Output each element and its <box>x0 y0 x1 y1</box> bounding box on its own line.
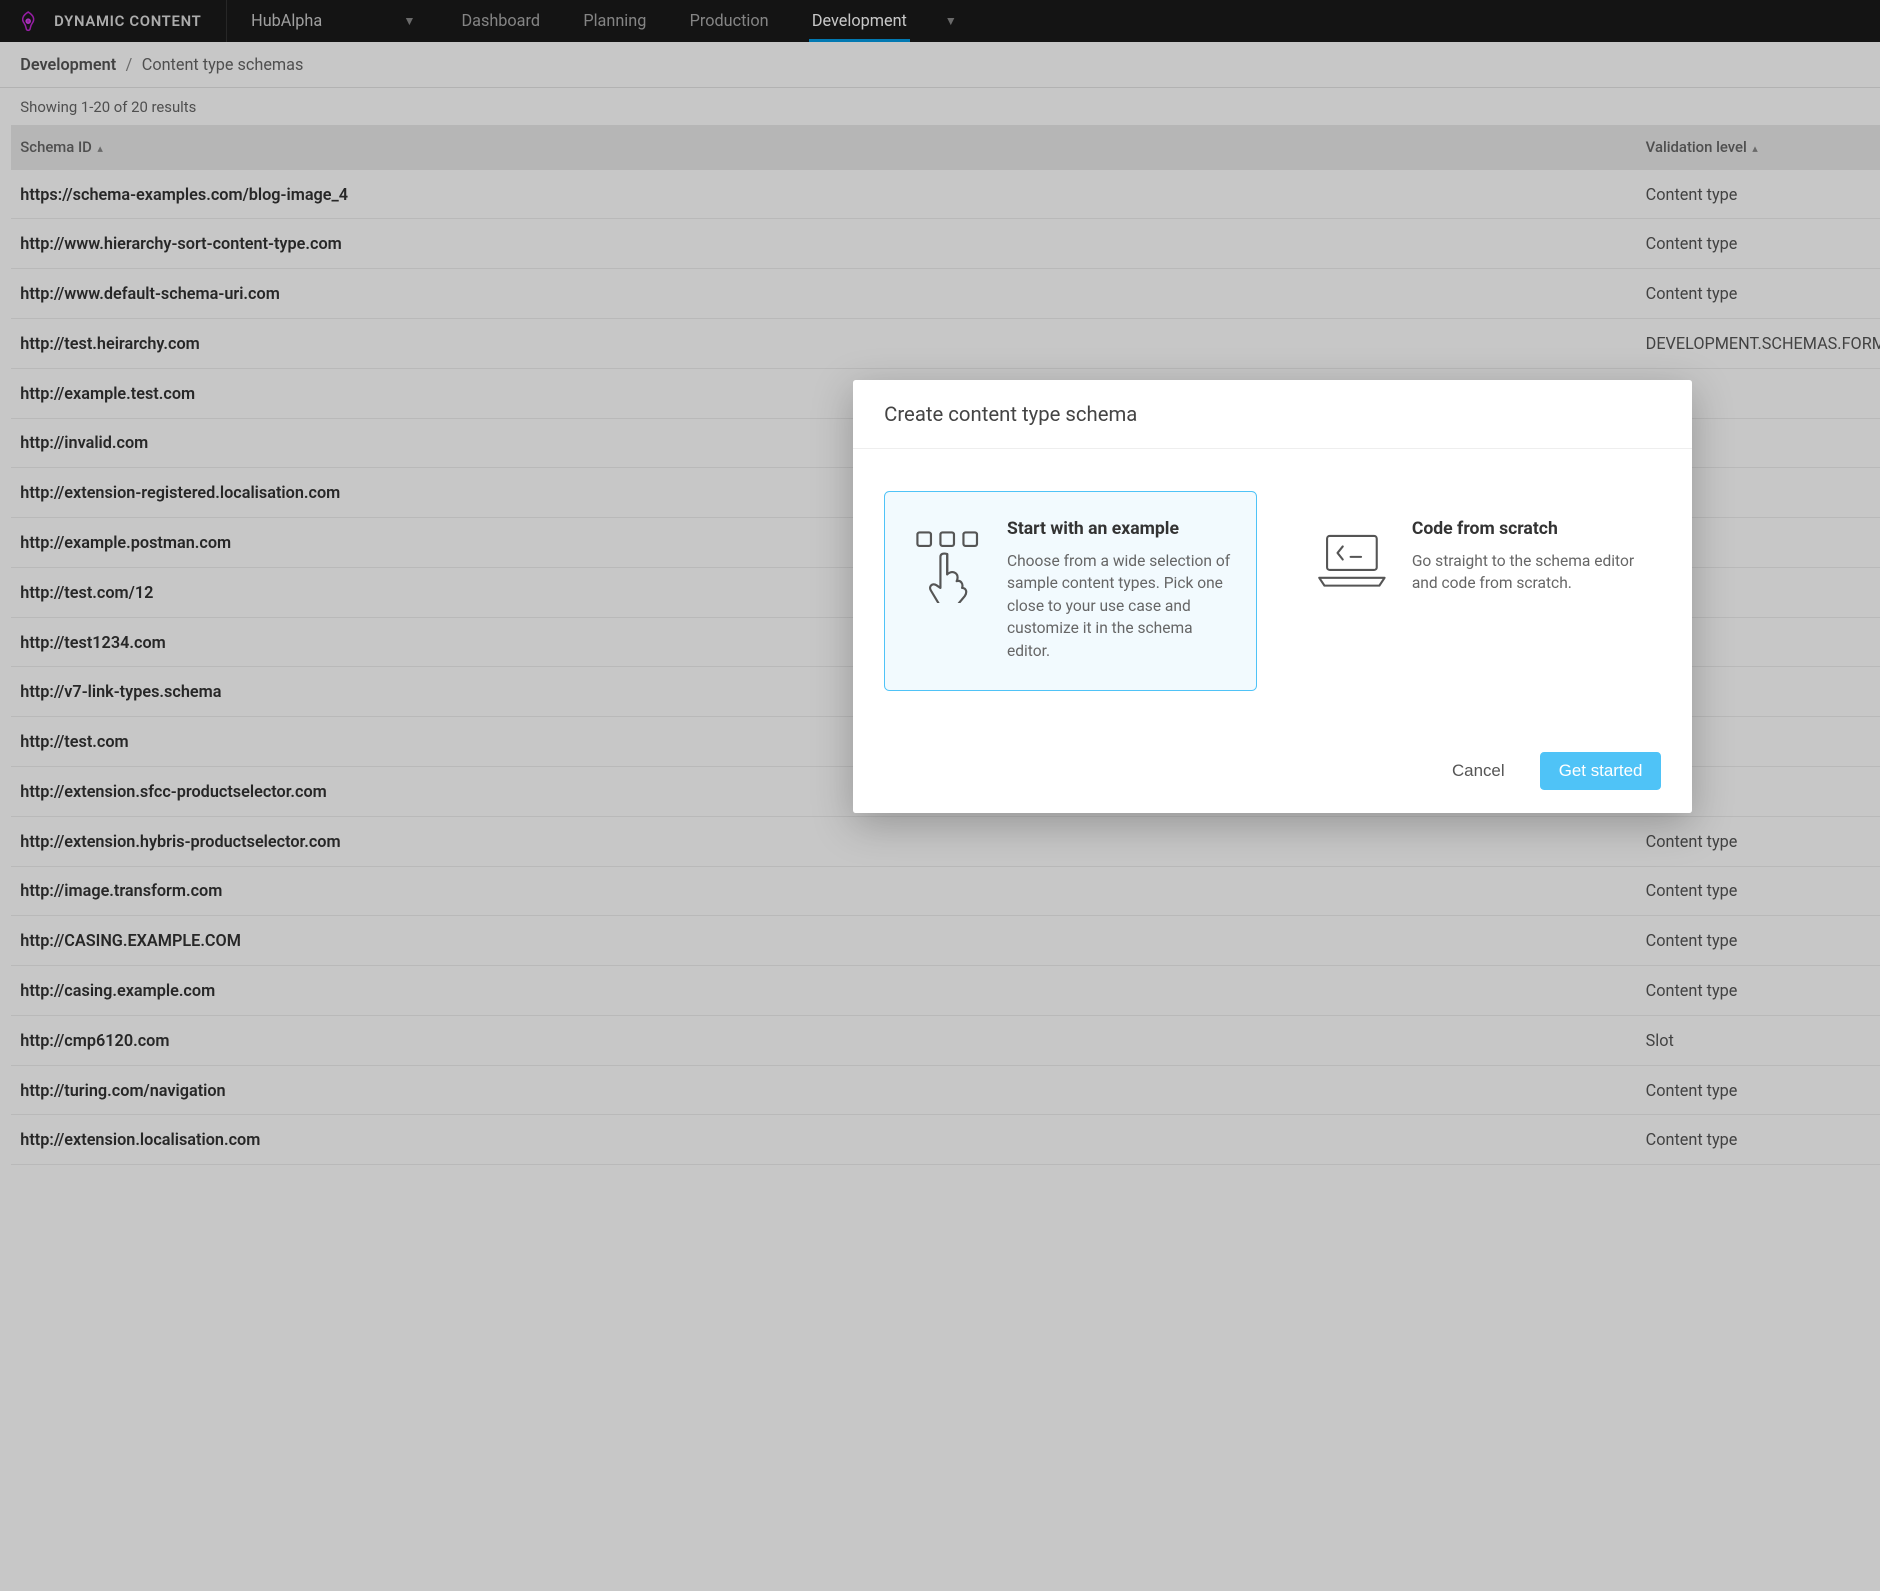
modal-footer: Cancel Get started <box>853 735 1692 813</box>
cancel-button[interactable]: Cancel <box>1438 753 1518 789</box>
hand-select-icon <box>910 519 986 663</box>
option-start-example[interactable]: Start with an example Choose from a wide… <box>884 491 1256 691</box>
option-content: Code from scratch Go straight to the sch… <box>1412 519 1639 663</box>
modal-overlay[interactable]: Create content type schema Start with an… <box>0 0 1880 1591</box>
option-title: Code from scratch <box>1412 519 1639 539</box>
option-desc: Go straight to the schema editor and cod… <box>1412 550 1639 595</box>
option-code-scratch[interactable]: Code from scratch Go straight to the sch… <box>1289 491 1661 691</box>
get-started-button[interactable]: Get started <box>1540 752 1662 791</box>
option-title: Start with an example <box>1007 519 1234 539</box>
option-content: Start with an example Choose from a wide… <box>1007 519 1234 663</box>
modal-body: Start with an example Choose from a wide… <box>853 449 1692 736</box>
modal-title: Create content type schema <box>853 380 1692 448</box>
laptop-code-icon <box>1314 519 1390 663</box>
create-schema-modal: Create content type schema Start with an… <box>853 380 1692 813</box>
option-desc: Choose from a wide selection of sample c… <box>1007 550 1234 663</box>
